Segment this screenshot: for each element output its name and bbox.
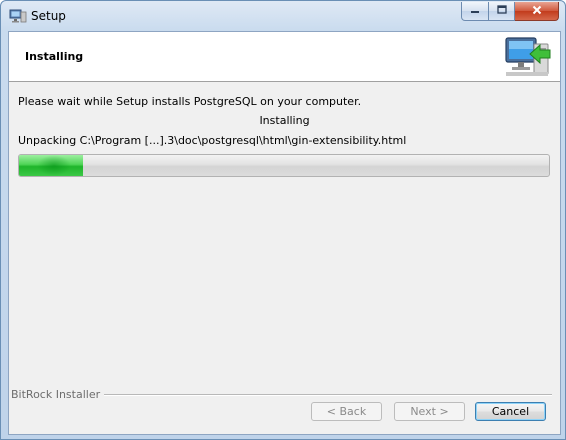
maximize-icon — [496, 5, 507, 17]
close-button[interactable] — [515, 2, 559, 21]
progress-glow — [37, 155, 71, 176]
current-file-label: Unpacking C:\Program [...].3\doc\postgre… — [18, 134, 407, 147]
installer-content: Installing Please wait while Setup insta… — [8, 31, 561, 435]
cancel-button[interactable]: Cancel — [475, 402, 546, 421]
minimize-icon — [470, 6, 480, 17]
window-title: Setup — [31, 9, 66, 23]
back-button[interactable]: < Back — [311, 402, 382, 421]
minimize-button[interactable] — [461, 2, 489, 21]
install-message: Please wait while Setup installs Postgre… — [18, 95, 362, 108]
install-status: Installing — [259, 114, 310, 127]
installer-brand: BitRock Installer — [11, 388, 105, 401]
header-banner: Installing — [9, 32, 560, 82]
close-icon — [532, 4, 542, 18]
page-title: Installing — [25, 50, 84, 63]
install-progress-bar — [18, 154, 550, 177]
computer-install-arrow-icon — [504, 36, 552, 78]
next-button[interactable]: Next > — [394, 402, 465, 421]
caption-buttons — [461, 2, 559, 22]
setup-computer-icon — [9, 8, 27, 24]
title-bar[interactable]: Setup — [1, 1, 565, 31]
maximize-button[interactable] — [489, 2, 515, 21]
setup-window: Setup Installing Please wait while Setup… — [0, 0, 566, 440]
